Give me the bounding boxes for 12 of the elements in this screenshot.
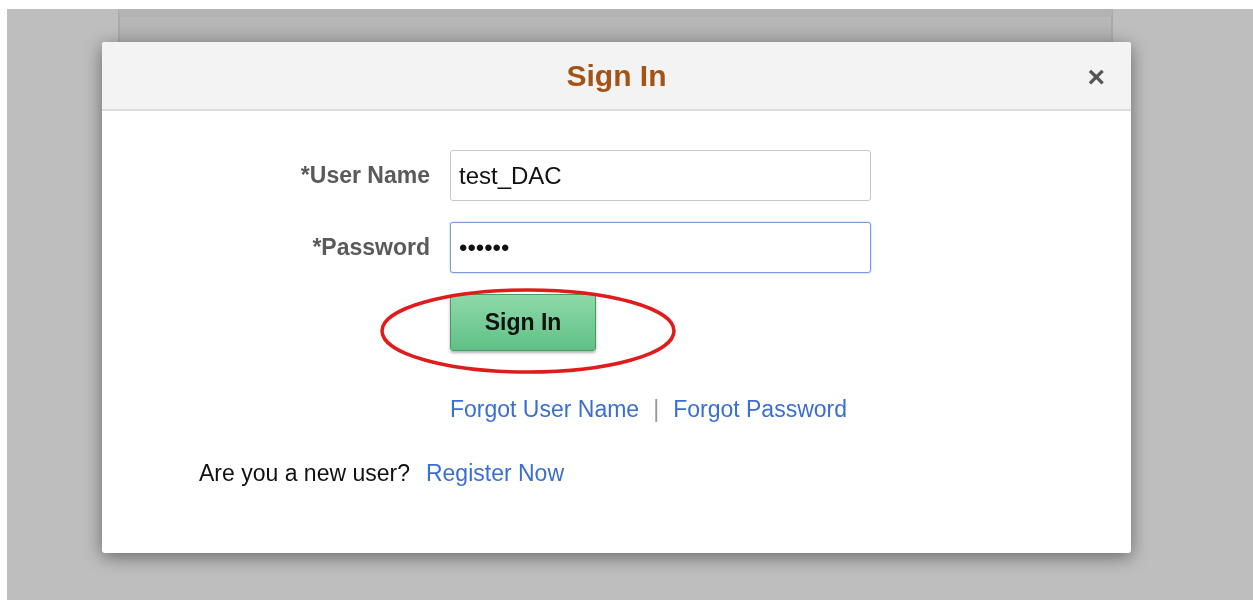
input-field[interactable]: •••••• bbox=[450, 222, 871, 273]
input-field[interactable]: test_DAC bbox=[450, 150, 871, 201]
separator: | bbox=[653, 396, 660, 423]
field-label: *User Name bbox=[299, 162, 430, 189]
new-user-prompt: Are you a new user? bbox=[199, 460, 410, 487]
forgot-password-link[interactable]: Forgot Password bbox=[673, 396, 847, 423]
sign-in-button[interactable]: Sign In bbox=[450, 294, 596, 351]
close-button[interactable]: × bbox=[1087, 62, 1105, 92]
forgot-username-link[interactable]: Forgot User Name bbox=[450, 396, 640, 423]
register-link[interactable]: Register Now bbox=[425, 460, 564, 487]
dialog-title: Sign In bbox=[566, 58, 667, 93]
field-label: *Password bbox=[311, 234, 430, 261]
